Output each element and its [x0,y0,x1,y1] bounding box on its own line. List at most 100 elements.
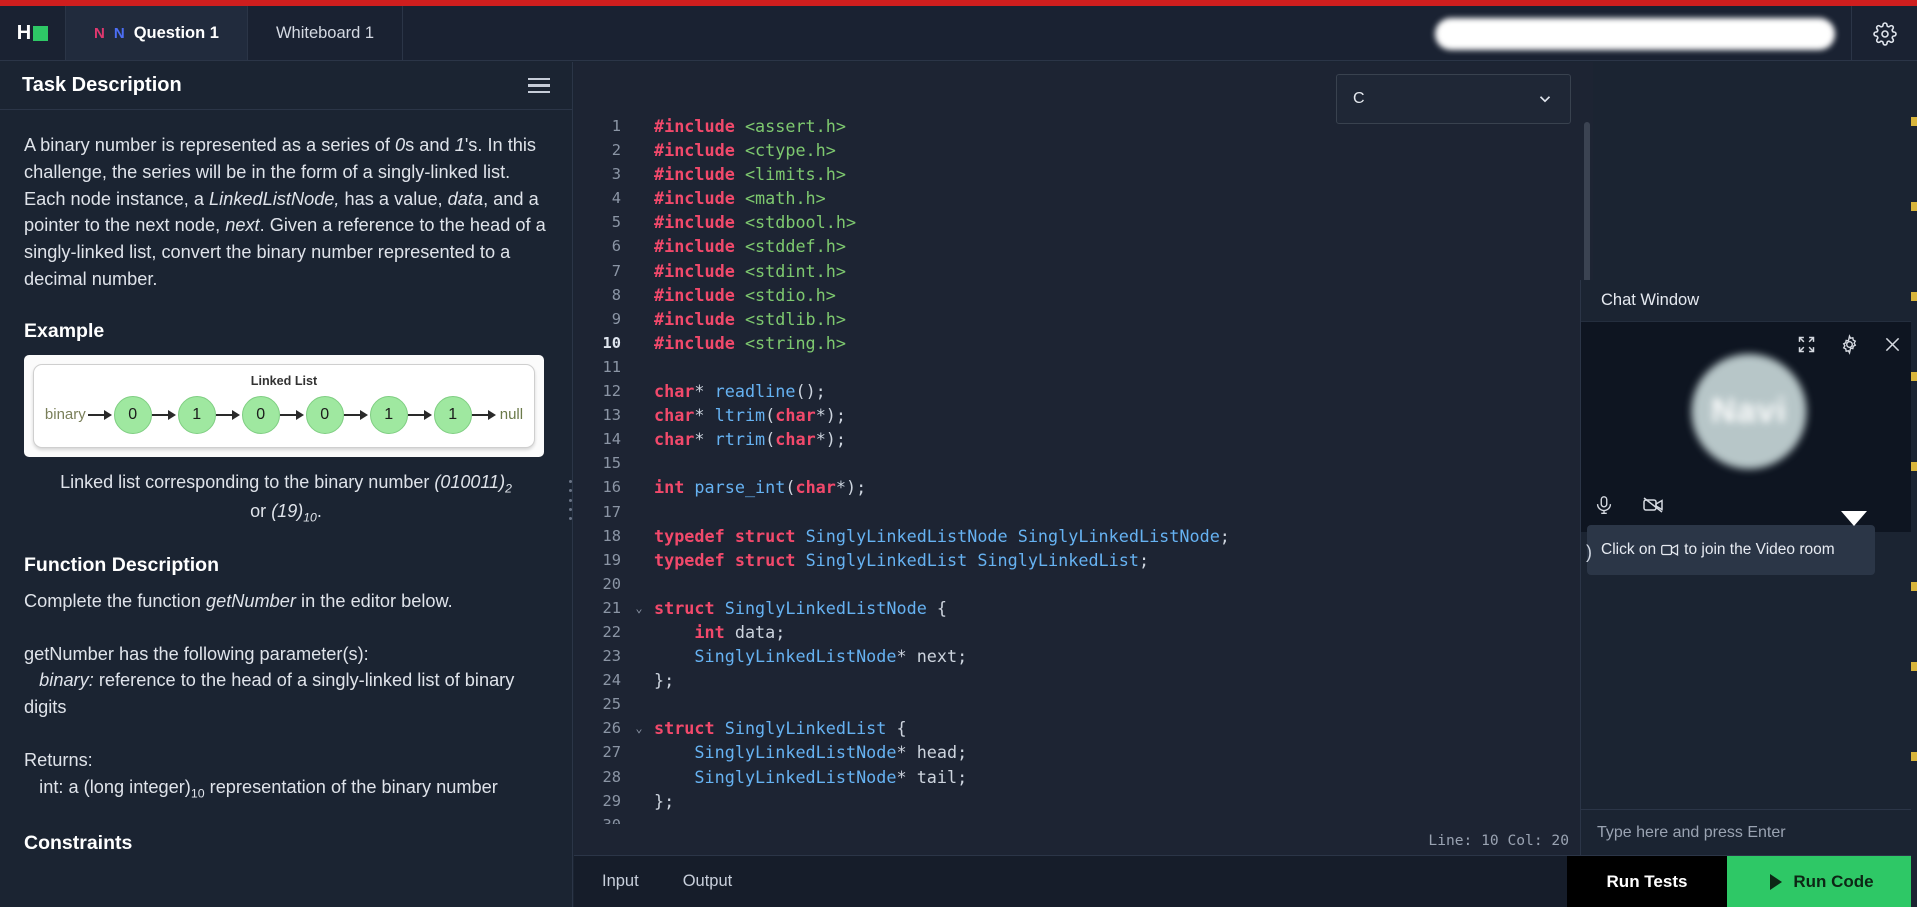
line-number: 24 [602,671,621,690]
code-line: 18 typedef struct SinglyLinkedListNode Si… [574,524,1593,548]
p1-seg0: A binary number is represented as a seri… [24,135,396,155]
line-number: 19 [602,550,621,569]
language-select[interactable]: C [1336,74,1571,124]
fold-toggle-icon[interactable]: ⌄ [630,716,648,740]
arrow-icon [279,409,306,421]
line-number: 25 [602,695,621,714]
code-text: typedef struct SinglyLinkedListNode Sing… [654,525,1230,546]
chat-input-row[interactable] [1581,809,1917,855]
parameters-heading: getNumber has the following parameter(s)… [24,643,369,664]
line-number: 1 [611,117,621,135]
line-number: 11 [602,357,621,376]
code-text: #include <ctype.h> [654,140,836,161]
app-header: H N N Question 1 Whiteboard 1 [0,6,1917,61]
chevron-down-icon [1539,96,1551,103]
line-number: 22 [602,622,621,641]
avatar: Navi [1691,354,1807,469]
gear-icon[interactable] [1839,334,1860,360]
tab-whiteboard-1-label: Whiteboard 1 [275,23,375,42]
code-text: SinglyLinkedListNode* tail; [694,766,968,787]
code-line: 7 #include <stdint.h> [574,259,1593,283]
code-editor-content[interactable]: 1 #include <assert.h> 2 #include <ctype.h> 3… [574,62,1593,824]
code-text: char* ltrim(char*); [654,405,847,426]
code-line: 4 #include <math.h> [574,186,1593,210]
code-line: 11 [574,355,1593,379]
fn-line-post: in the editor below. [295,590,453,611]
arrow-icon [407,409,434,421]
camera-off-icon[interactable] [1641,493,1665,522]
editor-minimap-strip [1911,62,1917,907]
tab-output[interactable]: Output [661,856,755,907]
code-line: 3 #include <limits.h> [574,162,1593,186]
hackerrank-logo-icon: H [16,22,49,44]
code-line: 9 #include <stdlib.h> [574,307,1593,331]
list-node: 0 [113,395,152,434]
expand-icon[interactable] [1796,334,1817,360]
line-number: 5 [611,213,621,232]
code-line: 21 ⌄ struct SinglyLinkedListNode { [574,596,1593,620]
line-number: 8 [611,285,621,304]
hackerrank-interview-page: H N N Question 1 Whiteboard 1 Task Descr… [0,0,1917,907]
code-line: 13 char* ltrim(char*); [574,403,1593,427]
note-icon-pink: N [94,24,105,42]
play-icon [1770,873,1783,890]
code-text: typedef struct SinglyLinkedList SinglyLi… [654,549,1150,570]
list-node: 1 [369,395,408,434]
p1-seg3: 1 [454,135,465,155]
code-text: #include <stddef.h> [654,236,846,257]
logo-letter: H [16,22,32,44]
list-node: 1 [177,395,216,434]
gear-icon [1872,21,1897,46]
list-node: 0 [241,395,280,434]
tab-question-1[interactable]: N N Question 1 [66,6,248,60]
code-line: 27 SinglyLinkedListNode* head; [574,740,1593,764]
tab-input[interactable]: Input [574,856,661,907]
fn-name: getNumber [205,590,296,611]
logo-cell[interactable]: H [0,6,66,60]
p1-seg9: next [225,215,260,236]
video-room-tooltip: Click on to join the Video room [1587,511,1875,575]
line-number: 20 [602,574,621,593]
settings-button[interactable] [1851,6,1917,61]
tab-whiteboard-1[interactable]: Whiteboard 1 [248,6,404,60]
fold-toggle-icon[interactable]: ⌄ [630,596,648,620]
code-line: 26 ⌄ struct SinglyLinkedList { [574,716,1593,740]
code-line: 17 [574,500,1593,524]
run-tests-button[interactable]: Run Tests [1567,856,1727,907]
line-number: 21 [602,598,621,617]
code-text: SinglyLinkedListNode* next; [694,646,968,667]
code-line: 5 #include <stdbool.h> [574,210,1593,234]
code-text: char* rtrim(char*); [654,429,847,450]
code-line: 19 typedef struct SinglyLinkedList Singly… [574,548,1593,572]
code-line: 22 int data; [574,620,1593,644]
microphone-icon[interactable] [1593,494,1615,521]
menu-icon[interactable] [528,77,550,94]
code-line: 8 #include <stdio.h> [574,283,1593,307]
line-number: 2 [611,141,621,160]
panel-resize-handle[interactable] [566,480,574,520]
chat-input[interactable] [1597,823,1901,842]
close-icon[interactable] [1882,334,1903,360]
run-code-button[interactable]: Run Code [1727,856,1917,907]
arrow-icon [471,409,498,421]
note-icon-blue: N [113,24,125,42]
code-line: 2 #include <ctype.h> [574,138,1593,162]
tab-question-1-label: Question 1 [133,23,219,42]
user-account-chip[interactable] [1435,18,1835,50]
tip-post: to join the Video room [1684,541,1835,558]
caption-decimal: (19) [271,500,304,521]
